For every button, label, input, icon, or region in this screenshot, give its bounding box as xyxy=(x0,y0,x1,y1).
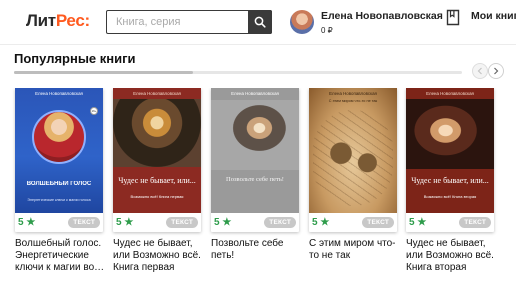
book-title[interactable]: С этим миром что-то не так xyxy=(309,238,405,262)
book-title[interactable]: Волшебный голос. Энергетические ключи к … xyxy=(15,238,111,274)
book-item: Елена Новопавловская 16+ Чудес не бывает… xyxy=(406,88,494,273)
cover-map-illustration xyxy=(313,110,393,206)
book-item: Елена Новопавловская 16+ ВОЛШЕБНЫЙ ГОЛОС… xyxy=(15,88,104,273)
books-carousel: Елена Новопавловская 16+ ВОЛШЕБНЫЙ ГОЛОС… xyxy=(0,88,516,290)
format-badge: ТЕКСТ xyxy=(362,217,394,228)
cover-photo xyxy=(211,100,299,170)
book-cover[interactable]: Елена Новопавловская 16+ Чудес не бывает… xyxy=(113,88,201,213)
cover-subtitle: Возможно всё! Книга вторая xyxy=(423,194,477,199)
star-icon: ★ xyxy=(320,217,330,228)
rating-value: 5 xyxy=(409,217,415,228)
cover-author: Елена Новопавловская xyxy=(133,91,181,96)
cover-title: Чудес не бывает, или... xyxy=(411,176,489,185)
user-name[interactable]: Елена Новопавловская xyxy=(321,10,443,22)
book-card[interactable]: Елена Новопавловская С этим миром что-то… xyxy=(309,88,397,232)
book-title[interactable]: Чудес не бывает, или Возможно всё. Книга… xyxy=(113,238,209,274)
book-cover[interactable]: Елена Новопавловская 16+ Чудес не бывает… xyxy=(406,88,494,213)
star-icon: ★ xyxy=(26,217,36,228)
rating-value: 5 xyxy=(214,217,220,228)
cover-subtitle: Возможно всё! Книга первая xyxy=(130,194,184,199)
format-badge: ТЕКСТ xyxy=(264,217,296,228)
chevron-left-icon xyxy=(477,67,482,75)
age-rating-badge: 16+ xyxy=(90,107,98,115)
chevron-right-icon xyxy=(494,67,499,75)
book-rating: 5 ★ xyxy=(214,217,231,228)
cover-title: Чудес не бывает, или... xyxy=(118,176,196,185)
format-badge: ТЕКСТ xyxy=(68,217,100,228)
book-cover[interactable]: Елена Новопавловская С этим миром что-то… xyxy=(309,88,397,213)
cover-subtitle: Энергетические ключи к магии голоса xyxy=(27,198,91,202)
search-box xyxy=(106,10,272,34)
user-balance: 0 ₽ xyxy=(321,26,333,35)
cover-title: ВОЛШЕБНЫЙ ГОЛОС xyxy=(26,181,92,187)
cover-author: Елена Новопавловская xyxy=(231,91,279,96)
cover-author: Елена Новопавловская xyxy=(329,91,377,96)
cover-title: С этим миром что-то не так xyxy=(328,99,378,103)
cover-title: Позвольте себе петь! xyxy=(226,176,284,183)
star-icon: ★ xyxy=(417,217,427,228)
carousel-next-button[interactable] xyxy=(488,63,504,79)
cover-photo xyxy=(406,99,494,169)
search-input[interactable] xyxy=(107,11,249,33)
format-badge: ТЕКСТ xyxy=(166,217,198,228)
book-card[interactable]: Елена Новопавловская 16+ Чудес не бывает… xyxy=(113,88,201,232)
book-cover[interactable]: Елена Новопавловская Позвольте себе петь… xyxy=(211,88,299,213)
top-bar: ЛитРес: Елена Новопавловская 0 ₽ Мои кни… xyxy=(0,0,516,45)
bookmark-icon[interactable] xyxy=(446,9,460,26)
my-books-link[interactable]: Мои книги xyxy=(471,10,516,22)
star-icon: ★ xyxy=(222,217,232,228)
carousel-scroll-thumb[interactable] xyxy=(14,71,194,74)
logo-text-res: Рес: xyxy=(55,11,90,30)
cover-photo xyxy=(113,99,201,167)
book-rating: 5 ★ xyxy=(116,217,133,228)
logo-text-lit: Лит xyxy=(26,11,56,30)
search-button[interactable] xyxy=(248,10,272,34)
carousel-prev-button[interactable] xyxy=(472,63,488,79)
litres-logo[interactable]: ЛитРес: xyxy=(26,11,90,31)
search-icon xyxy=(254,16,266,28)
user-avatar[interactable] xyxy=(290,10,314,34)
cover-author: Елена Новопавловская xyxy=(426,91,474,96)
book-rating: 5 ★ xyxy=(18,217,35,228)
book-title[interactable]: Позвольте себе петь! xyxy=(211,238,307,262)
book-card[interactable]: Елена Новопавловская 16+ ВОЛШЕБНЫЙ ГОЛОС… xyxy=(15,88,103,232)
book-card[interactable]: Елена Новопавловская 16+ Чудес не бывает… xyxy=(406,88,494,232)
rating-value: 5 xyxy=(116,217,122,228)
rating-value: 5 xyxy=(312,217,318,228)
carousel-scrollbar[interactable] xyxy=(14,71,462,74)
star-icon: ★ xyxy=(124,217,134,228)
book-item: Елена Новопавловская С этим миром что-то… xyxy=(309,88,397,261)
book-item: Елена Новопавловская 16+ Чудес не бывает… xyxy=(113,88,201,273)
format-badge: ТЕКСТ xyxy=(459,217,491,228)
book-rating: 5 ★ xyxy=(409,217,426,228)
book-item: Елена Новопавловская Позвольте себе петь… xyxy=(211,88,299,261)
section-title: Популярные книги xyxy=(14,51,136,66)
book-card[interactable]: Елена Новопавловская Позвольте себе петь… xyxy=(211,88,299,232)
book-rating: 5 ★ xyxy=(312,217,329,228)
book-cover[interactable]: Елена Новопавловская 16+ ВОЛШЕБНЫЙ ГОЛОС… xyxy=(15,88,103,213)
book-title[interactable]: Чудес не бывает, или Возможно всё. Книга… xyxy=(406,238,502,274)
rating-value: 5 xyxy=(18,217,24,228)
cover-photo xyxy=(32,110,86,164)
cover-author: Елена Новопавловская xyxy=(35,91,83,96)
